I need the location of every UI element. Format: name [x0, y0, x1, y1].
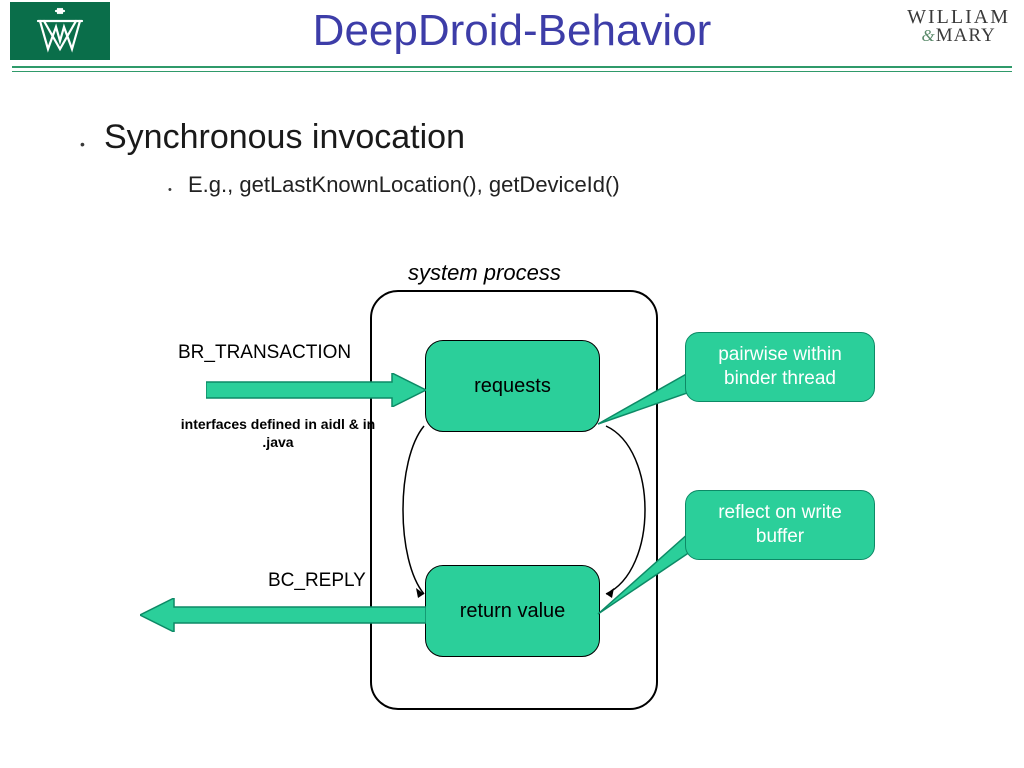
return-value-node: return value: [425, 565, 600, 657]
arrow-in-icon: [206, 373, 426, 407]
bc-reply-label: BC_REPLY: [268, 570, 366, 592]
callout-reflect: reflect on write buffer: [685, 490, 875, 560]
callout-pairwise: pairwise within binder thread: [685, 332, 875, 402]
aidl-note: interfaces defined in aidl & in .java: [178, 416, 378, 451]
callout-tail-icon: [594, 370, 694, 430]
requests-node: requests: [425, 340, 600, 432]
arrow-out-icon: [140, 598, 426, 632]
system-process-label: system process: [408, 260, 561, 286]
diagram-container: system process requests return value BR_…: [0, 0, 1024, 768]
flow-curve-left: [402, 420, 432, 600]
br-transaction-label: BR_TRANSACTION: [178, 342, 351, 364]
callout-tail-icon: [594, 530, 694, 620]
